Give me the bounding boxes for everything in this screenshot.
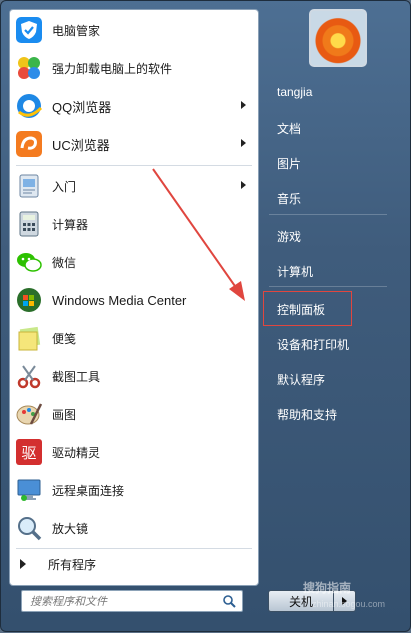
program-label: 截图工具 [52, 369, 101, 384]
user-avatar[interactable] [309, 9, 367, 67]
right-item-help-support[interactable]: 帮助和支持 [277, 406, 337, 423]
program-label: 微信 [52, 255, 77, 270]
program-item-paint[interactable]: 画图 [14, 396, 254, 432]
right-item-documents[interactable]: 文档 [277, 120, 301, 137]
program-item-uc-browser[interactable]: UC浏览器 [14, 126, 254, 162]
program-label: 计算器 [52, 217, 89, 232]
divider [269, 214, 387, 215]
program-item-getting-started[interactable]: 入门 [14, 168, 254, 204]
program-label: 驱动精灵 [52, 445, 101, 460]
program-label: 便笺 [52, 331, 77, 346]
program-label: 强力卸载电脑上的软件 [52, 61, 173, 76]
paint-icon [14, 399, 44, 429]
clover-icon [14, 53, 44, 83]
right-item-user[interactable]: tangjia [277, 85, 312, 99]
program-item-qq-browser[interactable]: QQ浏览器 [14, 88, 254, 124]
watermark-url: zhinan.sogou.com [312, 599, 386, 609]
program-item-sticky-notes[interactable]: 便笺 [14, 320, 254, 356]
all-programs-label: 所有程序 [48, 557, 97, 572]
wechat-icon [14, 247, 44, 277]
program-item-pc-manager[interactable]: 电脑管家 [14, 12, 254, 48]
submenu-arrow-icon [241, 139, 246, 147]
svg-text:驱: 驱 [21, 444, 36, 462]
control-panel-highlight [263, 291, 352, 326]
driver-genius-icon: 驱 [14, 437, 44, 467]
sticky-notes-icon [14, 323, 44, 353]
getting-started-icon [14, 171, 44, 201]
search-icon[interactable] [222, 594, 236, 611]
uc-browser-icon [14, 129, 44, 159]
qq-browser-icon [14, 91, 44, 121]
media-center-icon [14, 285, 44, 315]
program-item-uninstaller[interactable]: 强力卸载电脑上的软件 [14, 50, 254, 86]
program-label: 画图 [52, 407, 77, 422]
expand-arrow-icon [20, 559, 26, 569]
snipping-tool-icon [14, 361, 44, 391]
program-item-magnifier[interactable]: 放大镜 [14, 510, 254, 546]
search-input[interactable]: 搜索程序和文件 [21, 590, 243, 612]
magnifier-icon [14, 513, 44, 543]
program-item-calculator[interactable]: 计算器 [14, 206, 254, 242]
right-item-pictures[interactable]: 图片 [277, 155, 301, 172]
calculator-icon [14, 209, 44, 239]
program-item-snipping-tool[interactable]: 截图工具 [14, 358, 254, 394]
all-programs-button[interactable]: 所有程序 [20, 554, 96, 574]
program-item-wechat[interactable]: 微信 [14, 244, 254, 280]
programs-panel: 电脑管家 强力卸载电脑上的软件 QQ浏览器 UC浏览器 入门 计算器 微信 Wi… [9, 9, 259, 586]
program-label: 远程桌面连接 [52, 483, 125, 498]
divider [16, 165, 252, 166]
right-item-default-programs[interactable]: 默认程序 [277, 371, 325, 388]
program-item-media-center[interactable]: Windows Media Center [14, 282, 254, 318]
watermark: 搜狗指南 [303, 581, 352, 595]
divider [16, 548, 252, 549]
shield-icon [14, 15, 44, 45]
program-label: UC浏览器 [52, 137, 110, 153]
program-item-driver-genius[interactable]: 驱 驱动精灵 [14, 434, 254, 470]
right-item-computer[interactable]: 计算机 [277, 263, 313, 280]
program-label: 电脑管家 [52, 23, 101, 38]
program-label: 入门 [52, 179, 77, 194]
program-label: QQ浏览器 [52, 99, 112, 115]
program-label: Windows Media Center [52, 292, 187, 308]
right-item-games[interactable]: 游戏 [277, 228, 301, 245]
right-item-devices-printers[interactable]: 设备和打印机 [277, 336, 349, 353]
submenu-arrow-icon [241, 101, 246, 109]
program-label: 放大镜 [52, 521, 89, 536]
divider [269, 286, 387, 287]
submenu-arrow-icon [241, 181, 246, 189]
search-placeholder: 搜索程序和文件 [30, 595, 107, 608]
right-item-music[interactable]: 音乐 [277, 190, 301, 207]
remote-desktop-icon [14, 475, 44, 505]
program-item-remote-desktop[interactable]: 远程桌面连接 [14, 472, 254, 508]
start-menu: 电脑管家 强力卸载电脑上的软件 QQ浏览器 UC浏览器 入门 计算器 微信 Wi… [0, 0, 411, 632]
